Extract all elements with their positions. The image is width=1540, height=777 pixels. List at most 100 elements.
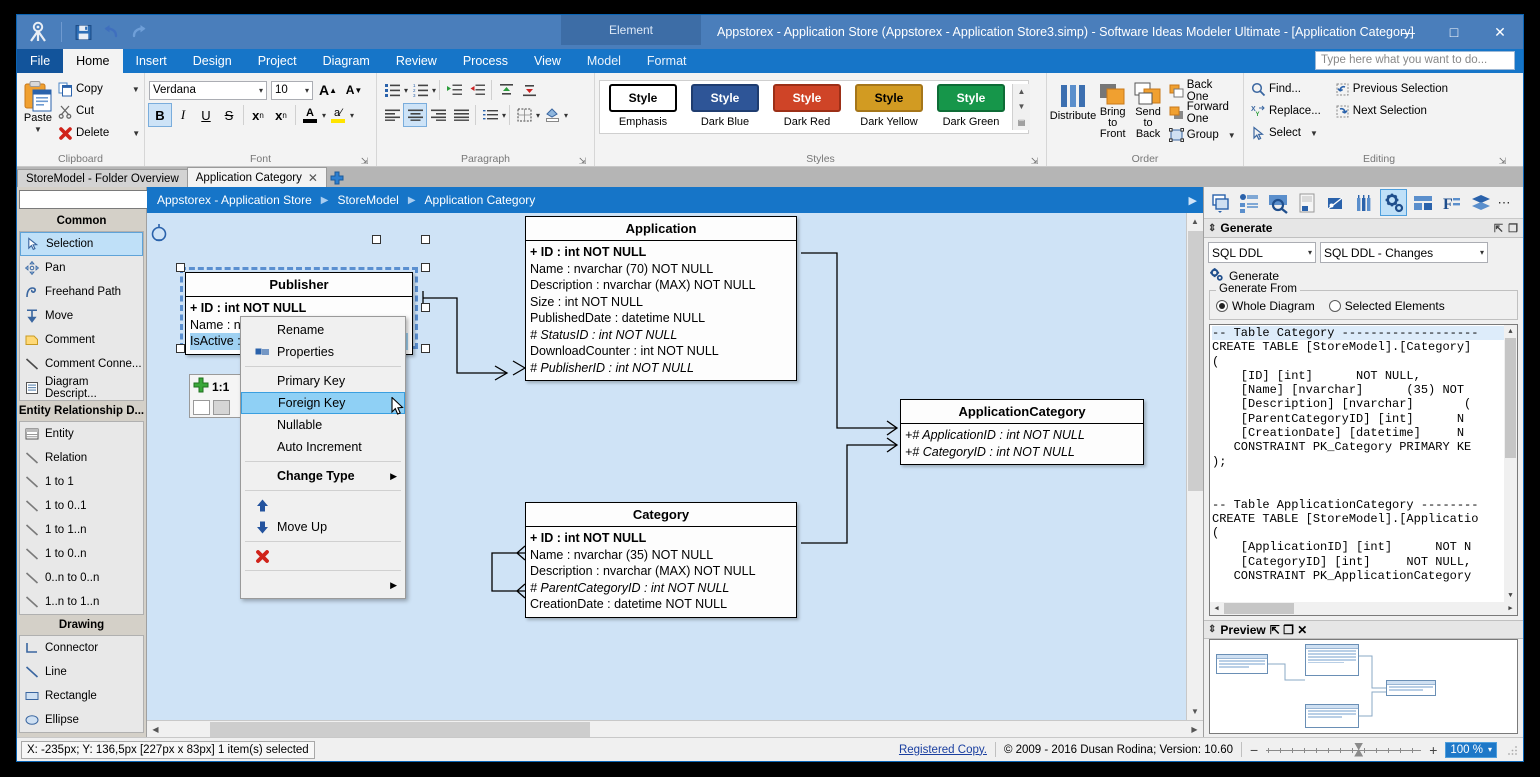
toolbox-item-0-n-to-0-n[interactable]: 0..n to 0..n (20, 566, 143, 590)
increase-indent-button[interactable] (443, 79, 465, 101)
layers-icon[interactable] (1467, 189, 1494, 216)
toolbox-item-1-n-to-1-n[interactable]: 1..n to 1..n (20, 590, 143, 614)
canvas-vertical-scrollbar[interactable]: ▲ ▼ (1186, 213, 1204, 720)
close-icon[interactable]: ✕ (1297, 623, 1307, 637)
line-spacing-button[interactable] (479, 104, 501, 126)
line-spacing-caret[interactable]: ▾ (502, 111, 506, 120)
replace-button[interactable]: XY Replace... (1248, 100, 1324, 122)
toolbox-item-1-to-1[interactable]: 1 to 1 (20, 470, 143, 494)
entity-field[interactable]: # StatusID : int NOT NULL (530, 327, 792, 344)
find-button[interactable]: Find... (1248, 78, 1324, 100)
code-horizontal-scrollbar[interactable]: ◀ ▶ (1210, 602, 1517, 615)
copy-dropdown-caret[interactable]: ▼ (132, 85, 140, 94)
entity-field[interactable]: + ID : int NOT NULL (190, 300, 408, 317)
toolbox-item-move[interactable]: Move (20, 304, 143, 328)
overflow-icon[interactable]: ⋯ (1496, 189, 1512, 216)
code-scroll-thumb[interactable] (1224, 603, 1294, 614)
toolbox-item-relation[interactable]: Relation (20, 446, 143, 470)
zoom-slider[interactable] (1266, 742, 1422, 757)
font-dialog-launcher[interactable]: ⇲ (359, 154, 370, 166)
resize-handle[interactable] (372, 235, 381, 244)
save-icon[interactable] (72, 21, 94, 43)
style-dark-blue-button[interactable]: Style Dark Blue (684, 84, 766, 130)
toolbox-item-ellipse[interactable]: Ellipse (20, 708, 143, 732)
toolbox-item-1-to-0-1[interactable]: 1 to 0..1 (20, 494, 143, 518)
select-button[interactable]: Select ▼ (1248, 122, 1324, 144)
bring-to-front-button[interactable]: Bring to Front (1095, 78, 1130, 148)
code-scroll-right-button[interactable]: ▶ (1504, 602, 1517, 615)
ribbon-tab-review[interactable]: Review (383, 49, 450, 73)
scroll-thumb[interactable] (210, 721, 590, 737)
doc-tab-application-category[interactable]: Application Category ✕ (186, 167, 327, 187)
font-family-combo[interactable]: Verdana ▾ (149, 80, 267, 100)
breadcrumb-item-project[interactable]: Appstorex - Application Store (157, 193, 312, 207)
resize-handle[interactable] (421, 303, 430, 312)
highlight-button[interactable]: a⁄ (327, 104, 349, 126)
highlight-caret[interactable]: ▾ (350, 111, 354, 120)
code-scroll-left-button[interactable]: ◀ (1210, 602, 1223, 615)
align-left-button[interactable] (381, 104, 403, 126)
numbered-list-button[interactable]: 123 (409, 79, 431, 101)
toolbox-item-comment-connector[interactable]: Comment Conne... (20, 352, 143, 376)
ribbon-tab-insert[interactable]: Insert (123, 49, 180, 73)
strikethrough-button[interactable]: S (218, 104, 240, 126)
zoom-in-button[interactable]: + (1429, 742, 1437, 758)
redo-icon[interactable] (128, 21, 150, 43)
floating-swatch-gray[interactable] (213, 400, 230, 415)
toolbox-item-connector[interactable]: Connector (20, 636, 143, 660)
contextual-tab-element[interactable]: Element (561, 15, 701, 45)
entity-field[interactable]: Name : nvarchar (70) NOT NULL (530, 261, 792, 278)
entity-applicationcategory[interactable]: ApplicationCategory +# ApplicationID : i… (900, 399, 1144, 465)
context-menu-item-remove-fields[interactable] (241, 545, 405, 567)
entity-field[interactable]: + ID : int NOT NULL (530, 530, 792, 547)
diagram-canvas[interactable]: Publisher + ID : int NOT NULL Name : nva… (147, 213, 1186, 720)
close-button[interactable]: ✕ (1477, 15, 1523, 49)
radio-whole-diagram[interactable]: Whole Diagram (1216, 299, 1315, 313)
toolbox-item-1-to-1-n[interactable]: 1 to 1..n (20, 518, 143, 542)
toolbox-item-line[interactable]: Line (20, 660, 143, 684)
code-scroll-up-button[interactable]: ▲ (1504, 325, 1517, 338)
fill-color-caret[interactable]: ▾ (564, 111, 568, 120)
bold-button[interactable]: B (148, 103, 172, 127)
borders-caret[interactable]: ▾ (536, 111, 540, 120)
delete-button[interactable]: Delete ▼ (55, 122, 143, 144)
floating-swatch-white[interactable] (193, 400, 210, 415)
toolbox-item-comment[interactable]: Comment (20, 328, 143, 352)
ribbon-tab-process[interactable]: Process (450, 49, 521, 73)
code-scroll-down-button[interactable]: ▼ (1504, 589, 1517, 602)
toolbox-item-freehand-path[interactable]: Freehand Path (20, 280, 143, 304)
document-icon[interactable] (1293, 189, 1320, 216)
ribbon-tab-diagram[interactable]: Diagram (310, 49, 383, 73)
entity-field[interactable]: Name : nvarchar (35) NOT NULL (530, 547, 792, 564)
resize-handle[interactable] (176, 344, 185, 353)
pin-icon[interactable]: ⇱ (1494, 222, 1503, 235)
align-bottom-button[interactable] (518, 79, 540, 101)
entity-field[interactable]: CreationDate : datetime NOT NULL (530, 596, 792, 613)
table-icon[interactable] (1409, 189, 1436, 216)
ribbon-tab-view[interactable]: View (521, 49, 574, 73)
context-menu-item-move-up[interactable] (241, 494, 405, 516)
back-one-button[interactable]: Back One (1166, 79, 1239, 103)
toolbox-item-pan[interactable]: Pan (20, 256, 143, 280)
context-menu-item-auto-increment[interactable]: Auto Increment (241, 436, 405, 458)
toolbox-item-diagram-description[interactable]: Diagram Descript... (20, 376, 143, 400)
layers-panel-icon[interactable] (1206, 189, 1233, 216)
context-menu-item-element[interactable]: ▶ (241, 574, 405, 596)
resize-handle[interactable] (421, 344, 430, 353)
context-menu-item-properties[interactable]: Properties (241, 341, 405, 363)
group-button[interactable]: Group ▼ (1166, 124, 1239, 146)
code-vertical-scrollbar[interactable]: ▲ ▼ (1504, 325, 1517, 602)
context-menu-item-foreign-key[interactable]: Foreign Key (241, 392, 405, 414)
restore-icon[interactable]: ❐ (1508, 222, 1518, 235)
distribute-button[interactable]: Distribute (1050, 78, 1096, 148)
bullet-list-button[interactable] (381, 79, 403, 101)
editing-dialog-launcher[interactable]: ⇲ (1497, 154, 1508, 166)
ribbon-tab-format[interactable]: Format (634, 49, 700, 73)
styles-more-button[interactable]: ▤ (1013, 114, 1030, 130)
ribbon-tab-design[interactable]: Design (180, 49, 245, 73)
code-scroll-thumb[interactable] (1505, 338, 1516, 458)
add-icon[interactable] (193, 377, 209, 396)
fill-icon[interactable] (1322, 189, 1349, 216)
entity-field[interactable]: +# ApplicationID : int NOT NULL (905, 427, 1139, 444)
delete-dropdown-caret[interactable]: ▼ (132, 129, 140, 138)
